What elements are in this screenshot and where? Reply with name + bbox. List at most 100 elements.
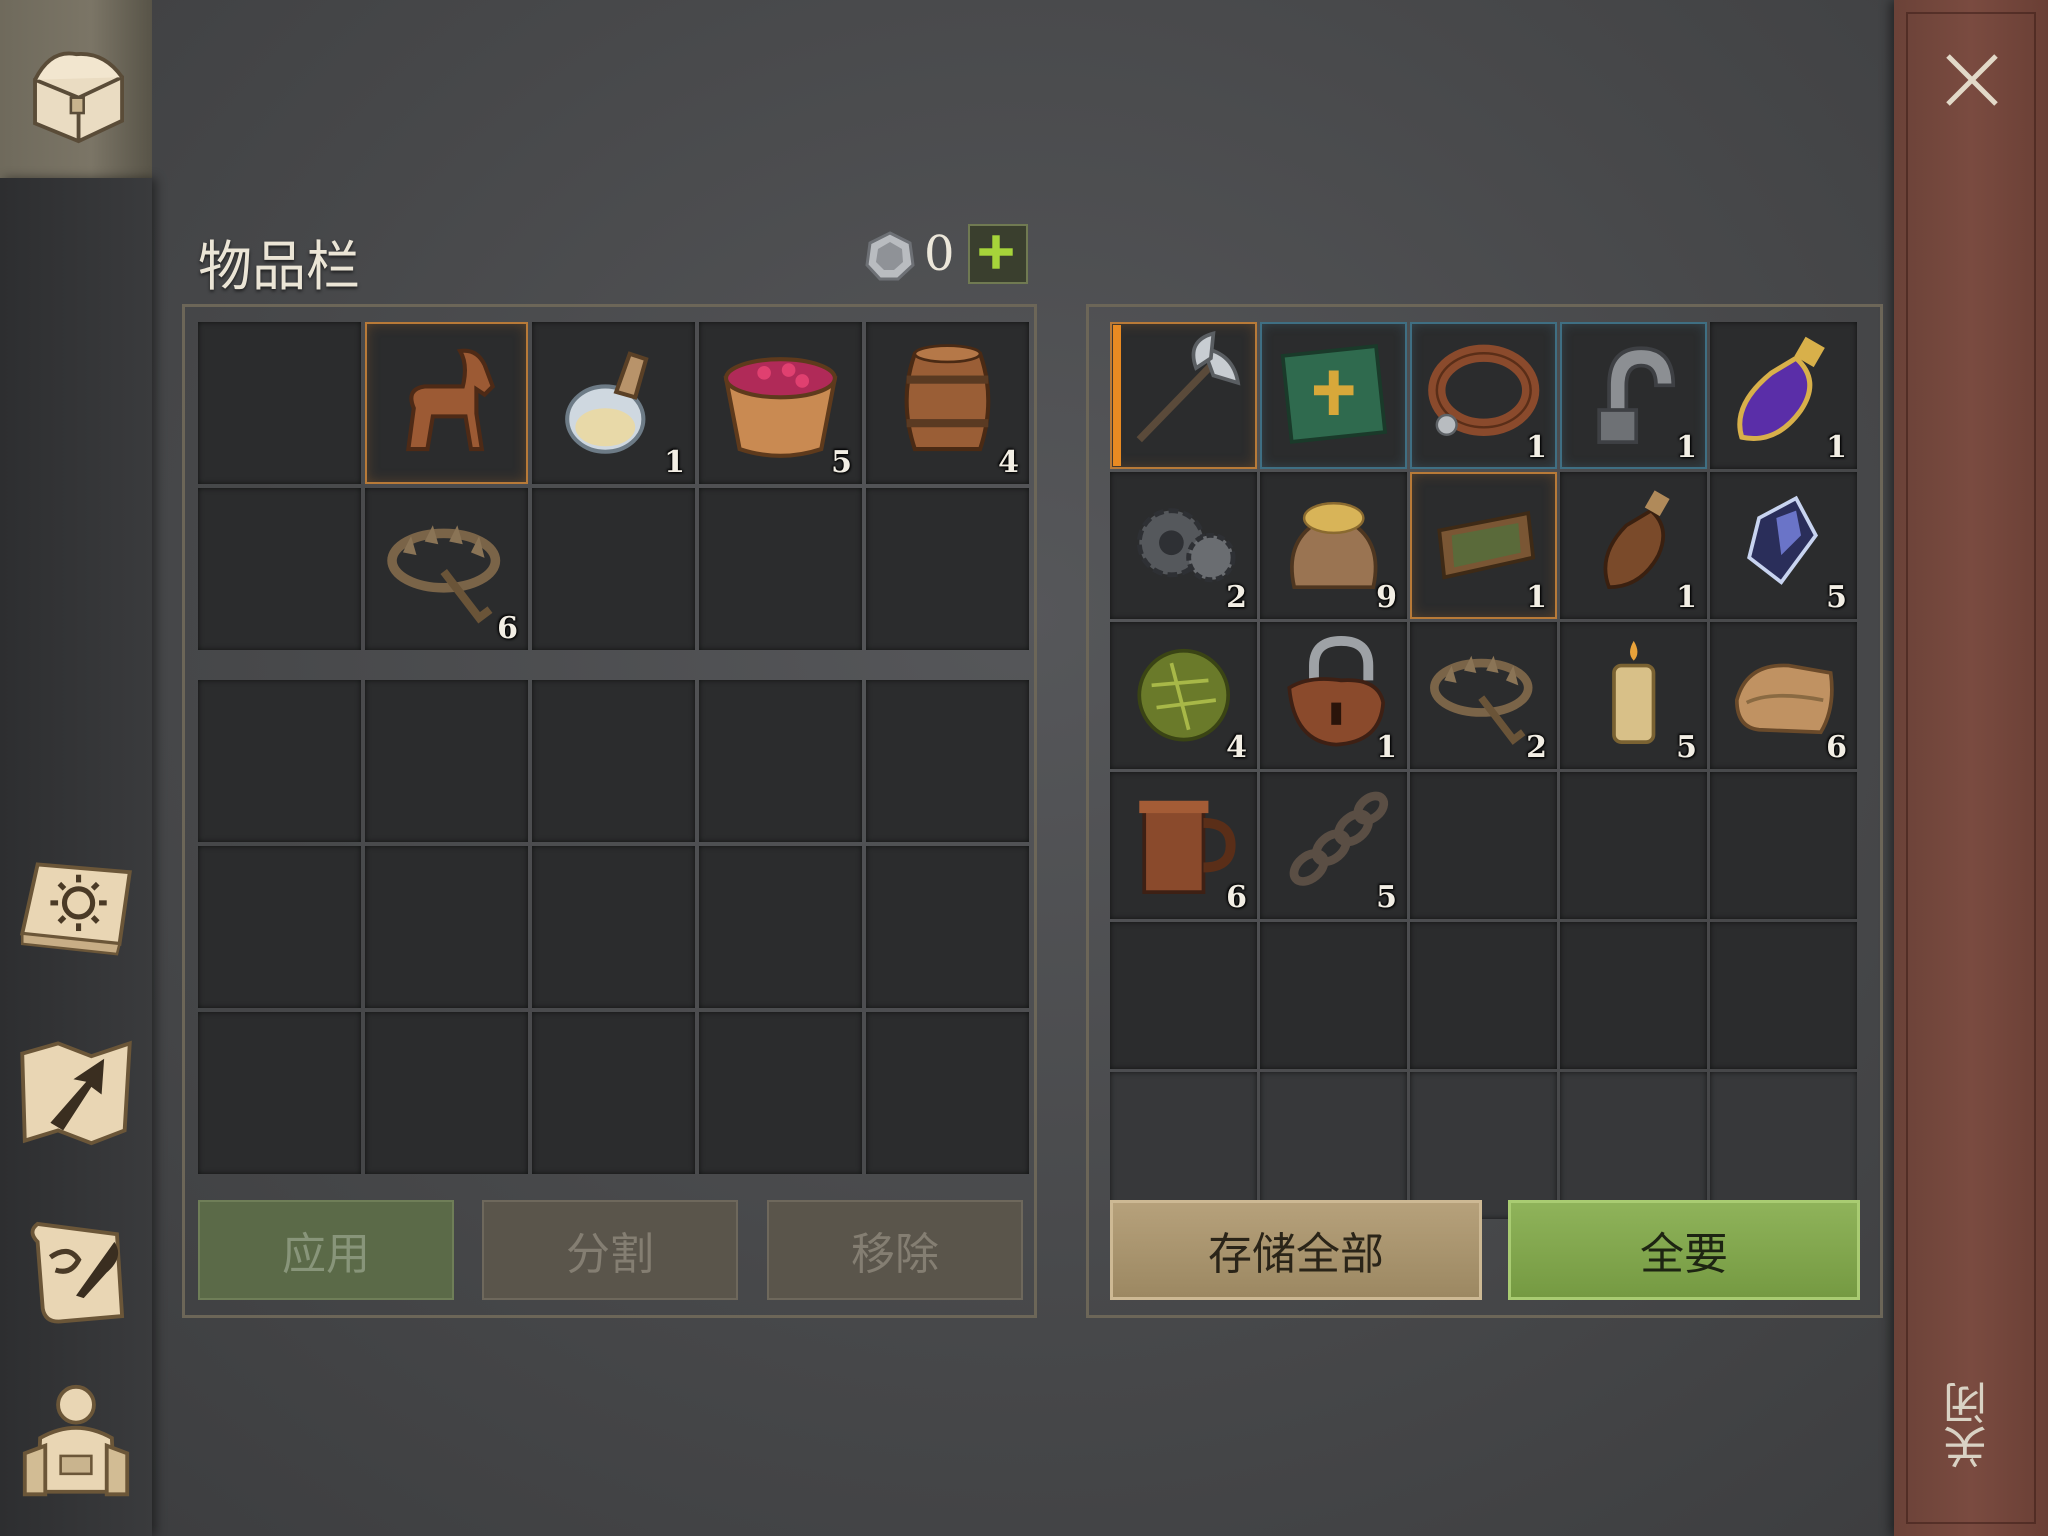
empty-slot[interactable]: [699, 846, 862, 1008]
empty-slot[interactable]: [866, 1012, 1029, 1174]
empty-slot[interactable]: [532, 846, 695, 1008]
item-slot[interactable]: [365, 322, 528, 484]
item-slot[interactable]: 4: [1110, 622, 1257, 769]
store-all-button[interactable]: 存储全部: [1110, 1200, 1482, 1300]
apply-button[interactable]: 应用: [198, 1200, 454, 1300]
green-book-icon: [1280, 343, 1387, 444]
empty-slot[interactable]: [1260, 1072, 1407, 1219]
item-slot[interactable]: 6: [1710, 622, 1857, 769]
empty-slot[interactable]: [1410, 922, 1557, 1069]
item-quantity: 1: [1676, 430, 1697, 465]
item-slot[interactable]: 6: [365, 488, 528, 650]
berry-bucket-icon: [723, 356, 838, 458]
item-quantity: 6: [1826, 730, 1847, 765]
empty-slot[interactable]: [699, 680, 862, 842]
sidebar-item-chest[interactable]: [0, 0, 152, 178]
battle-axe-icon: [1136, 330, 1241, 443]
empty-slot[interactable]: [1110, 922, 1257, 1069]
item-slot[interactable]: [1110, 322, 1257, 469]
empty-slot[interactable]: [1410, 1072, 1557, 1219]
sun-book-icon[interactable]: [12, 844, 140, 972]
inventory-title: 物品栏: [198, 235, 360, 298]
item-slot[interactable]: 5: [1710, 472, 1857, 619]
close-panel[interactable]: 关闭: [1894, 0, 2048, 1536]
item-slot[interactable]: 1: [1560, 472, 1707, 619]
empty-slot[interactable]: [866, 680, 1029, 842]
empty-slot[interactable]: [1710, 772, 1857, 919]
item-quantity: 1: [1826, 430, 1847, 465]
character-backpack-icon[interactable]: [12, 1374, 140, 1502]
empty-slot[interactable]: [1560, 772, 1707, 919]
item-slot[interactable]: 6: [1110, 772, 1257, 919]
empty-slot[interactable]: [1560, 922, 1707, 1069]
item-slot[interactable]: 2: [1110, 472, 1257, 619]
item-quantity: 4: [998, 445, 1019, 480]
item-slot[interactable]: 1: [1410, 322, 1557, 469]
item-slot[interactable]: 4: [866, 322, 1029, 484]
item-quantity: 6: [1226, 880, 1247, 915]
item-quantity: 1: [1526, 430, 1547, 465]
empty-slot[interactable]: [1710, 922, 1857, 1069]
wooden-horse-icon: [406, 348, 496, 451]
empty-slot[interactable]: [532, 680, 695, 842]
item-slot[interactable]: [1260, 322, 1407, 469]
bear-trap-icon: [387, 524, 501, 624]
empty-slot[interactable]: [365, 1012, 528, 1174]
empty-slot[interactable]: [198, 680, 361, 842]
empty-slot[interactable]: [866, 846, 1029, 1008]
empty-slot[interactable]: [1710, 1072, 1857, 1219]
barrel-icon: [904, 343, 991, 451]
item-slot[interactable]: 2: [1410, 622, 1557, 769]
item-slot[interactable]: 1: [1560, 322, 1707, 469]
split-button[interactable]: 分割: [482, 1200, 738, 1300]
close-strip-frame: [1906, 12, 2036, 1524]
plus-icon: [979, 235, 1013, 269]
potion-flask-icon: [565, 350, 649, 454]
remove-button[interactable]: 移除: [767, 1200, 1023, 1300]
empty-slot[interactable]: [365, 846, 528, 1008]
silver-coin-icon: [865, 231, 915, 281]
item-quantity: 2: [1226, 580, 1247, 615]
item-quantity: 6: [497, 611, 518, 646]
item-slot[interactable]: 1: [532, 322, 695, 484]
inventory-grid: 1546: [198, 322, 1029, 650]
empty-slot[interactable]: [198, 1012, 361, 1174]
item-slot[interactable]: 5: [1260, 772, 1407, 919]
close-label[interactable]: 关闭: [1938, 1360, 2008, 1490]
empty-slot[interactable]: [1260, 922, 1407, 1069]
item-slot[interactable]: 1: [1710, 322, 1857, 469]
empty-slot[interactable]: [1560, 1072, 1707, 1219]
item-slot[interactable]: 1: [1410, 472, 1557, 619]
item-quantity: 5: [1826, 580, 1847, 615]
empty-slot[interactable]: [198, 322, 361, 484]
item-quantity: 1: [664, 445, 685, 480]
empty-slot[interactable]: [699, 488, 862, 650]
item-quantity: 5: [1376, 880, 1397, 915]
item-slot[interactable]: 5: [699, 322, 862, 484]
item-quantity: 5: [831, 445, 852, 480]
item-slot[interactable]: 5: [1560, 622, 1707, 769]
empty-slot[interactable]: [532, 488, 695, 650]
item-quantity: 4: [1226, 730, 1247, 765]
empty-slot[interactable]: [1110, 1072, 1257, 1219]
item-quantity: 9: [1376, 580, 1397, 615]
empty-slot[interactable]: [532, 1012, 695, 1174]
item-quantity: 1: [1376, 730, 1397, 765]
take-all-button[interactable]: 全要: [1508, 1200, 1860, 1300]
empty-slot[interactable]: [365, 680, 528, 842]
scroll-quill-icon[interactable]: [12, 1206, 140, 1334]
item-quantity: 1: [1676, 580, 1697, 615]
item-slot[interactable]: 9: [1260, 472, 1407, 619]
item-quantity: 1: [1526, 580, 1547, 615]
close-icon[interactable]: [1942, 50, 2002, 110]
item-quantity: 5: [1676, 730, 1697, 765]
empty-slot[interactable]: [866, 488, 1029, 650]
empty-slot[interactable]: [198, 846, 361, 1008]
empty-slot[interactable]: [699, 1012, 862, 1174]
item-slot[interactable]: 1: [1260, 622, 1407, 769]
map-arrow-icon[interactable]: [12, 1028, 140, 1156]
sidebar: [0, 178, 152, 1536]
empty-slot[interactable]: [1410, 772, 1557, 919]
add-currency-button[interactable]: [968, 224, 1028, 284]
empty-slot[interactable]: [198, 488, 361, 650]
